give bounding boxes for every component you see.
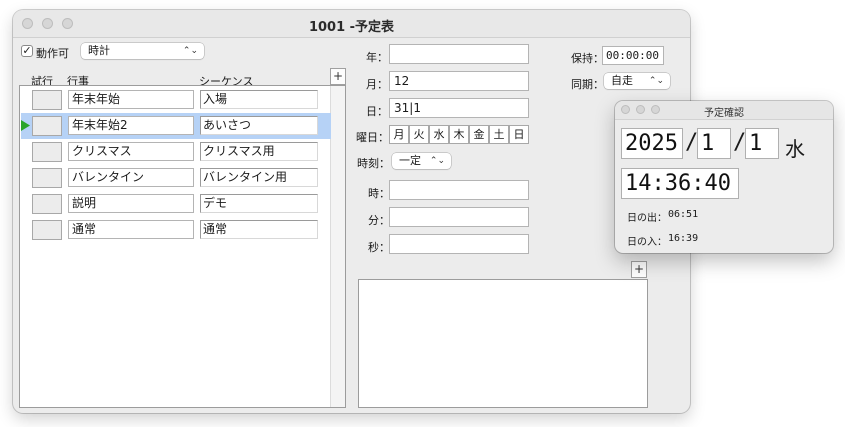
- minute-label: 分：: [368, 214, 390, 227]
- day-label: 日：: [366, 105, 388, 118]
- minute-field[interactable]: [389, 207, 529, 227]
- try-button[interactable]: [32, 142, 62, 162]
- schedule-confirm-window: 予定確認 2025 / 1 / 1 水 14:36:40 日の出： 06:51 …: [615, 101, 833, 253]
- schedule-window: 1001 -予定表 ✓ 動作可 時計 ⌃⌄ 試行 行事 シーケンス + 年末年始…: [13, 10, 690, 413]
- year-field[interactable]: [389, 44, 529, 64]
- event-table: 年末年始 入場 年末年始2 あいさつ クリスマス クリスマス用 バレンタイン バ…: [19, 85, 346, 408]
- weekday-thu-button[interactable]: 木: [449, 125, 469, 144]
- chevron-updown-icon: ⌃⌄: [182, 46, 198, 56]
- table-row[interactable]: 通常 通常: [21, 217, 331, 243]
- time-label: 時刻：: [357, 157, 390, 170]
- confirm-window-title: 予定確認: [704, 108, 744, 119]
- time-mode-value: 一定: [399, 154, 421, 167]
- weekday-sat-button[interactable]: 土: [489, 125, 509, 144]
- event-cell[interactable]: 通常: [68, 220, 194, 239]
- confirm-weekday: 水: [785, 137, 805, 161]
- sunrise-value: 06:51: [668, 209, 699, 220]
- weekday-tue-button[interactable]: 火: [409, 125, 429, 144]
- hour-label: 時：: [368, 187, 390, 200]
- confirm-time-field: 14:36:40: [621, 168, 739, 199]
- day-field[interactable]: 31|1: [389, 98, 529, 118]
- confirm-title-bar[interactable]: 予定確認: [615, 101, 833, 120]
- add-row-button[interactable]: +: [330, 68, 346, 85]
- sequence-cell[interactable]: あいさつ: [200, 116, 318, 135]
- event-cell[interactable]: バレンタイン: [68, 168, 194, 187]
- table-row[interactable]: バレンタイン バレンタイン用: [21, 165, 331, 191]
- event-cell[interactable]: 年末年始2: [68, 116, 194, 135]
- event-cell[interactable]: 年末年始: [68, 90, 194, 109]
- mode-select-value: 時計: [88, 44, 110, 57]
- mode-select[interactable]: 時計 ⌃⌄: [81, 43, 204, 59]
- window-title: 1001 -予定表: [308, 20, 395, 35]
- action-enabled-checkbox[interactable]: ✓: [21, 45, 33, 57]
- sequence-cell[interactable]: デモ: [200, 194, 318, 213]
- table-row[interactable]: 説明 デモ: [21, 191, 331, 217]
- sync-label: 同期：: [571, 78, 604, 91]
- month-label: 月：: [366, 78, 388, 91]
- chevron-updown-icon: ⌃⌄: [429, 156, 445, 166]
- month-field[interactable]: 12: [389, 71, 529, 91]
- table-row-selected[interactable]: 年末年始2 あいさつ: [21, 113, 331, 139]
- action-enabled-label: 動作可: [36, 47, 69, 60]
- sequence-cell[interactable]: 通常: [200, 220, 318, 239]
- play-arrow-icon: [21, 120, 30, 131]
- sunset-value: 16:39: [668, 233, 699, 244]
- table-row[interactable]: クリスマス クリスマス用: [21, 139, 331, 165]
- try-button[interactable]: [32, 194, 62, 214]
- title-bar[interactable]: 1001 -予定表: [13, 10, 690, 38]
- weekday-sun-button[interactable]: 日: [509, 125, 529, 144]
- event-cell[interactable]: 説明: [68, 194, 194, 213]
- sync-select[interactable]: 自走 ⌃⌄: [604, 73, 670, 89]
- year-label: 年：: [366, 51, 388, 64]
- try-button[interactable]: [32, 168, 62, 188]
- time-mode-select[interactable]: 一定 ⌃⌄: [392, 153, 451, 169]
- confirm-month-field: 1: [697, 128, 731, 159]
- sunrise-label: 日の出：: [627, 213, 667, 224]
- sequence-cell[interactable]: 入場: [200, 90, 318, 109]
- weekday-fri-button[interactable]: 金: [469, 125, 489, 144]
- sequence-detail-panel: [358, 279, 648, 408]
- weekday-label: 曜日：: [356, 131, 389, 144]
- try-button[interactable]: [32, 90, 62, 110]
- table-row[interactable]: 年末年始 入場: [21, 87, 331, 113]
- add-sequence-button[interactable]: +: [631, 261, 647, 278]
- try-button[interactable]: [32, 220, 62, 240]
- chevron-updown-icon: ⌃⌄: [648, 76, 664, 86]
- hold-label: 保持：: [571, 52, 604, 65]
- hour-field[interactable]: [389, 180, 529, 200]
- confirm-day-field: 1: [745, 128, 779, 159]
- event-cell[interactable]: クリスマス: [68, 142, 194, 161]
- try-button[interactable]: [32, 116, 62, 136]
- second-field[interactable]: [389, 234, 529, 254]
- weekday-mon-button[interactable]: 月: [389, 125, 409, 144]
- hold-field[interactable]: 00:00:00: [602, 46, 664, 65]
- confirm-year-field: 2025: [621, 128, 683, 159]
- weekday-buttons: 月 火 水 木 金 土 日: [389, 125, 529, 144]
- sync-select-value: 自走: [611, 74, 633, 87]
- sequence-cell[interactable]: バレンタイン用: [200, 168, 318, 187]
- sequence-cell[interactable]: クリスマス用: [200, 142, 318, 161]
- second-label: 秒：: [368, 241, 390, 254]
- sunset-label: 日の入：: [627, 237, 667, 248]
- table-scrollbar[interactable]: [330, 86, 345, 407]
- weekday-wed-button[interactable]: 水: [429, 125, 449, 144]
